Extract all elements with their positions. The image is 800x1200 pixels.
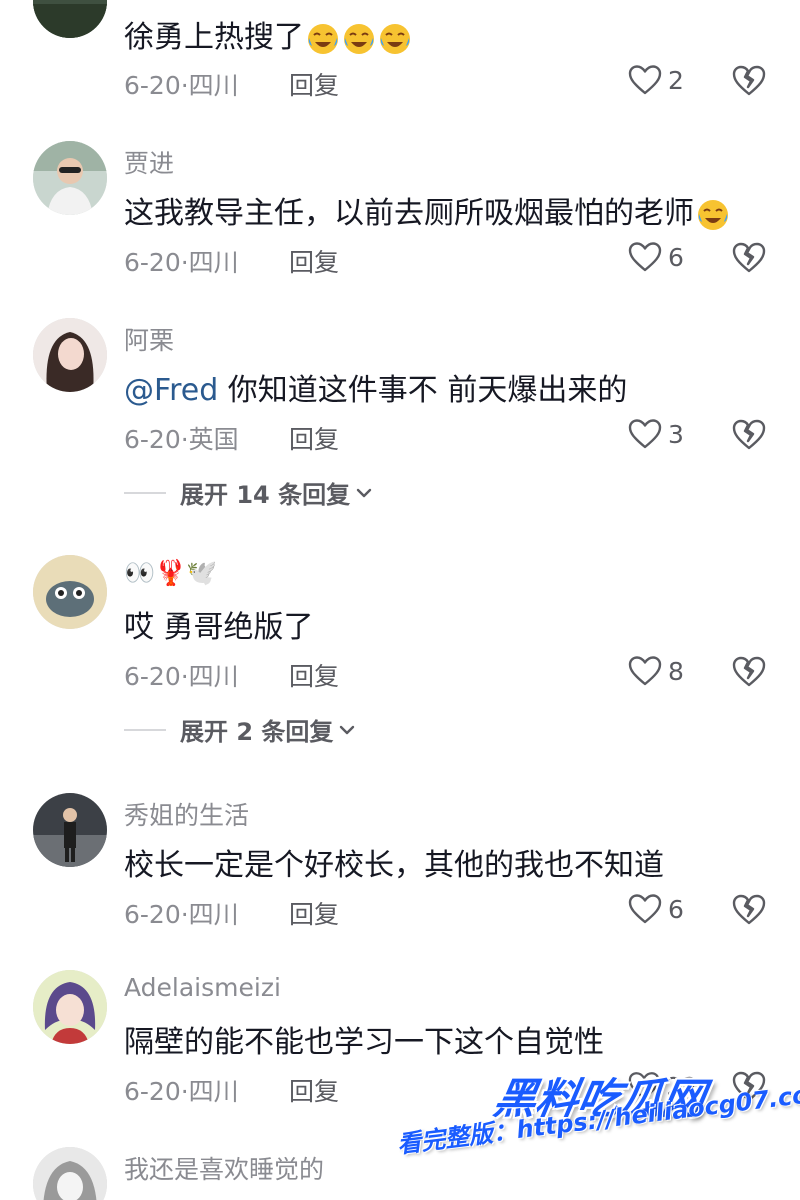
- avatar[interactable]: [33, 318, 107, 392]
- comment-text: 校长一定是个好校长，其他的我也不知道: [124, 848, 664, 883]
- broken-heart-icon: [732, 656, 766, 687]
- dislike-button[interactable]: [731, 62, 767, 98]
- laughing-tears-emoji: [308, 23, 338, 54]
- comment-date-location: 6-20·英国: [124, 425, 239, 454]
- like-button[interactable]: 8: [628, 651, 698, 691]
- divider: [124, 728, 166, 731]
- comment-text: @Fred 你知道这件事不 前天爆出来的: [124, 373, 628, 408]
- broken-heart-icon: [732, 242, 766, 273]
- comment-username[interactable]: 👀🦞🕊️: [124, 558, 217, 588]
- broken-heart-icon: [732, 894, 766, 925]
- avatar[interactable]: [33, 0, 107, 38]
- like-count: 2: [668, 65, 684, 95]
- dislike-button[interactable]: [731, 891, 767, 927]
- reply-button[interactable]: 回复: [289, 66, 339, 102]
- like-button[interactable]: 3: [628, 414, 698, 454]
- comment-username[interactable]: 阿栗: [124, 321, 174, 357]
- like-button[interactable]: 6: [628, 889, 698, 929]
- avatar[interactable]: [33, 1147, 107, 1200]
- like-button[interactable]: 2: [628, 60, 698, 100]
- heart-outline-icon: [628, 242, 662, 272]
- comment-text: 哎 勇哥绝版了: [124, 610, 314, 645]
- reply-button[interactable]: 回复: [289, 657, 339, 693]
- laughing-tears-emoji: [344, 23, 374, 54]
- comment-username[interactable]: 秀姐的生活: [124, 796, 249, 832]
- like-count: 6: [668, 894, 684, 924]
- heart-outline-icon: [628, 656, 662, 686]
- comment-date-location: 6-20·四川: [124, 248, 239, 277]
- like-button[interactable]: 6: [628, 237, 698, 277]
- watermark: 黑料吃瓜网 看完整版：https://heiliaocg07.com: [395, 1060, 800, 1200]
- expand-replies-label: 展开 2 条回复: [180, 718, 334, 746]
- reply-button[interactable]: 回复: [289, 895, 339, 931]
- avatar[interactable]: [33, 970, 107, 1044]
- comment-username[interactable]: 我还是喜欢睡觉的: [124, 1150, 324, 1186]
- avatar[interactable]: [33, 555, 107, 629]
- reply-button[interactable]: 回复: [289, 420, 339, 456]
- heart-outline-icon: [628, 65, 662, 95]
- comment-username[interactable]: 贾进: [124, 144, 174, 180]
- like-count: 8: [668, 656, 684, 686]
- laughing-tears-emoji: [698, 199, 728, 230]
- laughing-tears-emoji: [380, 23, 410, 54]
- dislike-button[interactable]: [731, 239, 767, 275]
- chevron-down-icon: [340, 725, 355, 734]
- dislike-button[interactable]: [731, 416, 767, 452]
- avatar[interactable]: [33, 793, 107, 867]
- comment-date-location: 6-20·四川: [124, 1077, 239, 1106]
- comment-username[interactable]: Adelaismeizi: [124, 973, 281, 1002]
- comment-date-location: 6-20·四川: [124, 71, 239, 100]
- heart-outline-icon: [628, 894, 662, 924]
- chevron-down-icon: [356, 488, 372, 497]
- mention-link[interactable]: @Fred: [124, 373, 218, 408]
- comment-date-location: 6-20·四川: [124, 900, 239, 929]
- comment-text: 徐勇上热搜了: [124, 12, 412, 56]
- comment-date-location: 6-20·四川: [124, 662, 239, 691]
- comment-text: 隔壁的能不能也学习一下这个自觉性: [124, 1025, 604, 1060]
- divider: [124, 491, 166, 494]
- broken-heart-icon: [732, 65, 766, 96]
- reply-button[interactable]: 回复: [289, 243, 339, 279]
- like-count: 3: [668, 419, 684, 449]
- avatar[interactable]: [33, 141, 107, 215]
- dislike-button[interactable]: [731, 653, 767, 689]
- expand-replies-button[interactable]: 展开 14 条回复: [124, 475, 372, 510]
- heart-outline-icon: [628, 419, 662, 449]
- expand-replies-button[interactable]: 展开 2 条回复: [124, 712, 355, 747]
- like-count: 6: [668, 242, 684, 272]
- comment-text: 这我教导主任，以前去厕所吸烟最怕的老师: [124, 188, 730, 232]
- expand-replies-label: 展开 14 条回复: [180, 481, 351, 509]
- broken-heart-icon: [732, 419, 766, 450]
- reply-button[interactable]: 回复: [289, 1072, 339, 1108]
